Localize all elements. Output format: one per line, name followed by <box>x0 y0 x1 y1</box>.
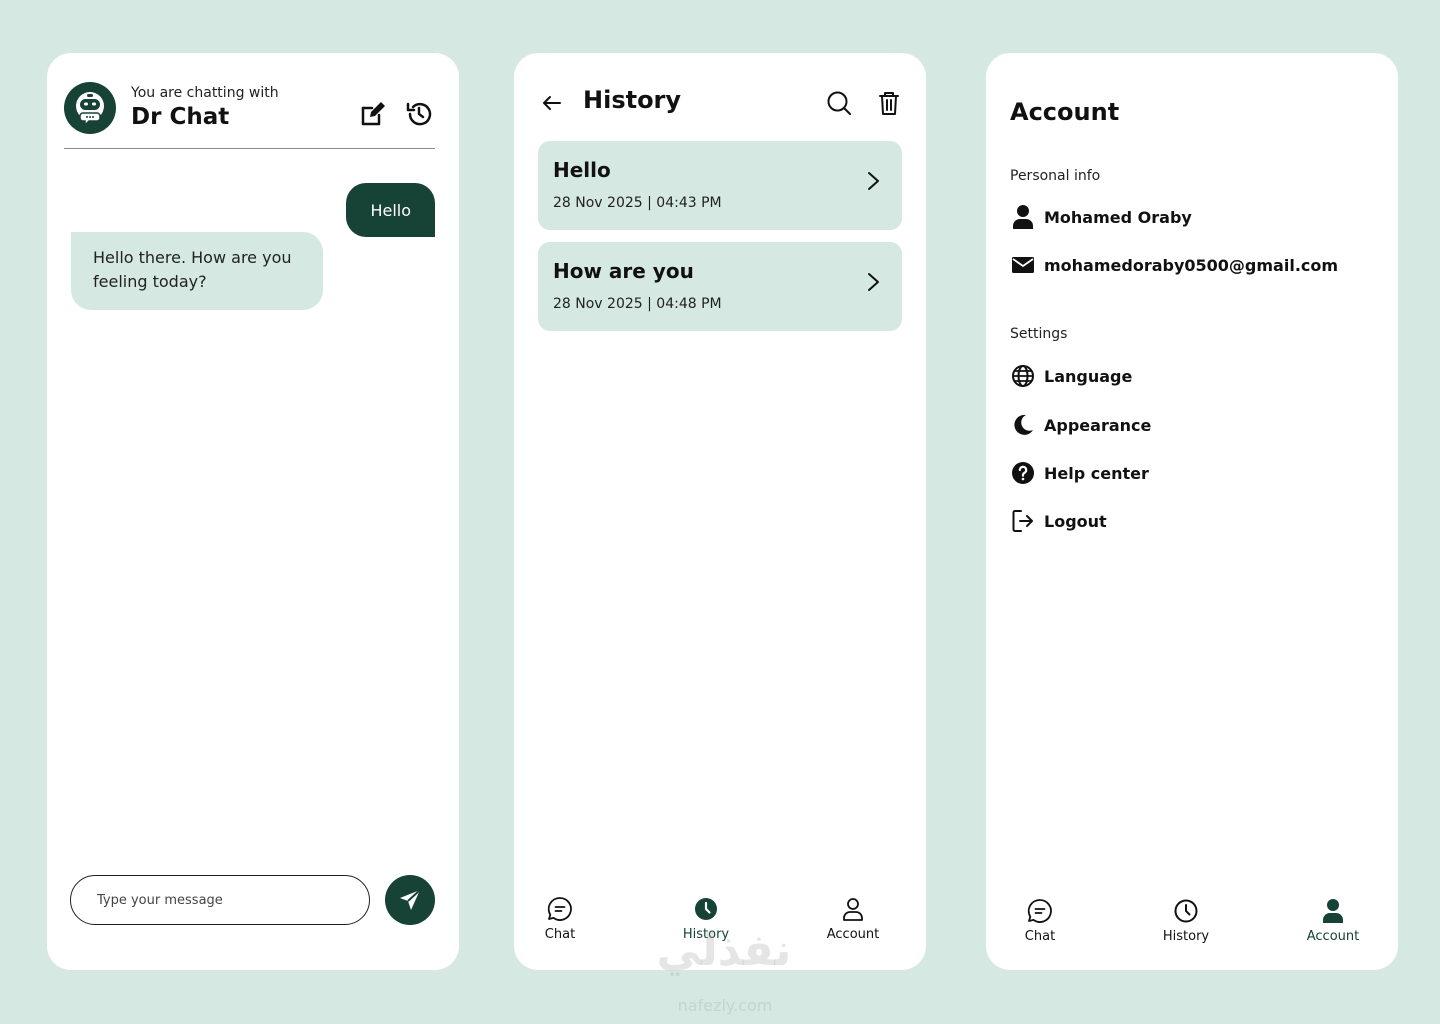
profile-name: Mohamed Oraby <box>1044 207 1192 227</box>
chat-bubble-icon <box>547 897 572 921</box>
settings-item-appearance[interactable]: Appearance <box>1010 410 1151 440</box>
page-title: History <box>583 86 682 114</box>
settings-label-language: Language <box>1044 366 1133 386</box>
history-item-date: 28 Nov 2025 | 04:48 PM <box>553 296 722 312</box>
settings-item-language[interactable]: Language <box>1010 361 1132 391</box>
logout-icon <box>1012 510 1033 532</box>
nav-tab-account[interactable]: Account <box>1283 897 1383 944</box>
chevron-right-icon <box>868 273 879 291</box>
history-item-title: Hello <box>553 158 611 182</box>
search-button[interactable] <box>825 89 853 117</box>
robot-icon <box>76 92 104 126</box>
history-item[interactable]: Hello 28 Nov 2025 | 04:43 PM <box>538 141 902 230</box>
user-outline-icon <box>843 898 863 921</box>
chat-header: You are chatting with Dr Chat <box>64 82 435 149</box>
send-button[interactable] <box>385 875 435 925</box>
settings-label: Settings <box>1010 326 1068 342</box>
user-icon <box>1013 205 1033 229</box>
profile-name-row: Mohamed Oraby <box>1010 202 1192 232</box>
help-circle-icon <box>1012 462 1034 484</box>
page-title: Account <box>1010 98 1120 126</box>
nav-tab-chat[interactable]: Chat <box>990 897 1090 944</box>
nav-tab-history[interactable]: History <box>1136 897 1236 944</box>
user-icon <box>1323 899 1343 923</box>
nav-tab-chat[interactable]: Chat <box>514 895 610 942</box>
nav-label-history: History <box>1162 929 1210 944</box>
nav-label-history: History <box>682 927 730 942</box>
delete-history-button[interactable] <box>875 89 903 117</box>
clock-icon <box>695 898 717 920</box>
settings-item-logout[interactable]: Logout <box>1010 506 1107 536</box>
clock-icon <box>1174 899 1198 923</box>
watermark-url: nafezly.com <box>677 996 773 1015</box>
new-chat-button[interactable] <box>358 99 388 129</box>
history-screen: History Hello 28 Nov 2025 | 04:43 PM How… <box>514 53 926 970</box>
nav-label-chat: Chat <box>1024 929 1056 944</box>
chat-bubble-icon <box>1027 899 1052 923</box>
bot-message-bubble: Hello there. How are you feeling today? <box>71 232 323 310</box>
history-item-title: How are you <box>553 259 694 283</box>
message-input[interactable] <box>70 875 370 925</box>
chat-bot-name: Dr Chat <box>131 104 230 130</box>
chevron-right-icon <box>868 172 879 190</box>
settings-label-help: Help center <box>1044 463 1149 483</box>
profile-email-row: mohamedoraby0500@gmail.com <box>1010 250 1338 280</box>
back-button[interactable] <box>538 89 566 117</box>
envelope-icon <box>1012 257 1034 273</box>
moon-icon <box>1014 414 1033 435</box>
history-icon <box>406 102 432 126</box>
search-icon <box>827 91 851 115</box>
edit-icon <box>361 102 385 126</box>
bot-avatar <box>64 82 116 134</box>
chat-subtitle: You are chatting with <box>131 85 279 101</box>
history-item[interactable]: How are you 28 Nov 2025 | 04:48 PM <box>538 242 902 331</box>
profile-email: mohamedoraby0500@gmail.com <box>1044 255 1339 275</box>
bottom-nav: Chat History Account <box>986 897 1398 957</box>
trash-icon <box>879 92 899 115</box>
nav-tab-history[interactable]: History <box>656 895 756 942</box>
bottom-nav: Chat History Account <box>514 895 926 955</box>
history-button[interactable] <box>404 99 434 129</box>
send-icon <box>400 889 421 910</box>
personal-info-label: Personal info <box>1010 168 1101 184</box>
account-screen: Account Personal info Mohamed Oraby moha… <box>986 53 1398 970</box>
settings-label-appearance: Appearance <box>1044 415 1152 435</box>
globe-icon <box>1012 365 1034 387</box>
nav-label-chat: Chat <box>544 927 576 942</box>
nav-label-account: Account <box>826 927 880 942</box>
nav-label-account: Account <box>1306 929 1360 944</box>
arrow-left-icon <box>543 96 561 110</box>
chat-screen: You are chatting with Dr Chat Hello Hell… <box>47 53 459 970</box>
settings-item-help[interactable]: Help center <box>1010 458 1149 488</box>
settings-label-logout: Logout <box>1044 511 1107 531</box>
nav-tab-account[interactable]: Account <box>803 895 903 942</box>
user-message-bubble: Hello <box>346 183 435 237</box>
history-item-date: 28 Nov 2025 | 04:43 PM <box>553 195 722 211</box>
